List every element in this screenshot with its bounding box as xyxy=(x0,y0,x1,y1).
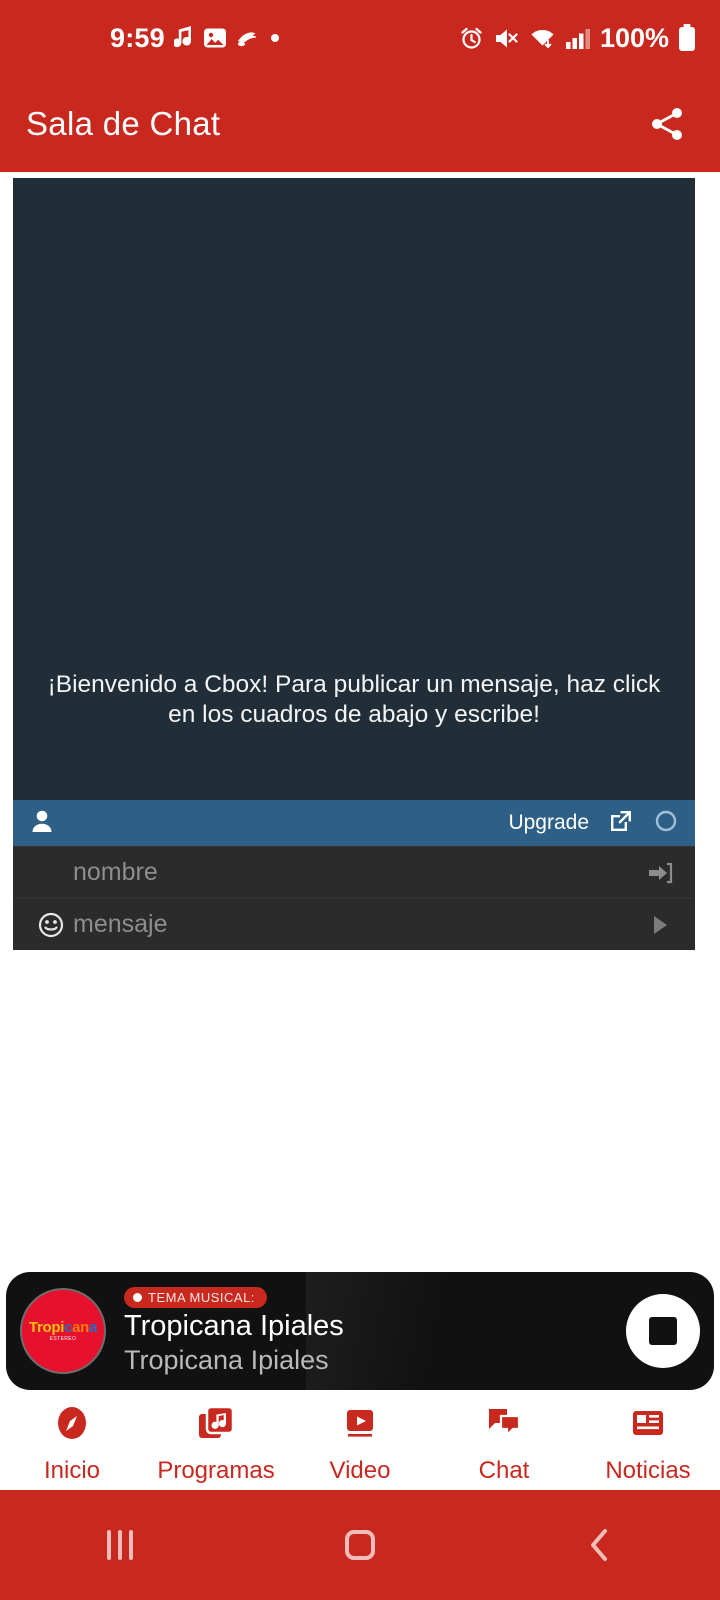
circle-icon[interactable] xyxy=(653,808,679,839)
smiley-icon[interactable] xyxy=(29,911,73,939)
upgrade-button[interactable]: Upgrade xyxy=(508,811,589,835)
nav-item-programas[interactable]: Programas xyxy=(144,1402,288,1485)
audio-player-bar: Tropicana ESTEREO TEMA MUSICAL: Tropican… xyxy=(6,1272,714,1390)
signal-icon xyxy=(565,26,591,51)
image-icon xyxy=(203,26,227,50)
battery-icon xyxy=(678,24,696,52)
compass-icon xyxy=(51,1402,93,1449)
nav-label-chat: Chat xyxy=(478,1456,530,1484)
app-bar: Sala de Chat xyxy=(0,76,720,172)
video-play-icon xyxy=(339,1402,381,1449)
now-playing-badge: TEMA MUSICAL: xyxy=(124,1287,267,1309)
status-bar-right: 100% xyxy=(459,23,696,54)
nav-item-inicio[interactable]: Inicio xyxy=(0,1402,144,1485)
nav-label-inicio: Inicio xyxy=(43,1456,101,1484)
chat-welcome-message: ¡Bienvenido a Cbox! Para publicar un men… xyxy=(47,671,661,729)
chat-toolbar: Upgrade xyxy=(13,800,695,846)
page-title: Sala de Chat xyxy=(26,105,221,142)
stop-icon xyxy=(649,1317,677,1345)
login-arrow-icon[interactable] xyxy=(641,860,679,886)
recents-glyph xyxy=(107,1530,133,1560)
music-library-icon xyxy=(195,1402,237,1449)
chat-message-area: ¡Bienvenido a Cbox! Para publicar un men… xyxy=(13,178,695,800)
status-bar-left: 9:59 xyxy=(110,23,281,54)
player-title: Tropicana Ipiales xyxy=(124,1310,344,1343)
chat-bubbles-icon xyxy=(483,1402,525,1449)
badge-label: TEMA MUSICAL: xyxy=(148,1290,255,1306)
station-logo-text: Tropicana xyxy=(28,1319,98,1336)
bottom-navigation: Inicio Programas Video Chat Noticias xyxy=(0,1396,720,1490)
music-note-icon xyxy=(173,25,194,51)
app-root: 9:59 100% Sala de Chat ¡Bienvenido a Cbo… xyxy=(0,0,720,1600)
nav-label-programas: Programas xyxy=(157,1456,275,1484)
chat-name-row[interactable]: nombre xyxy=(13,846,695,898)
android-navigation-bar xyxy=(0,1490,720,1600)
nav-label-noticias: Noticias xyxy=(605,1456,691,1484)
nav-label-video: Video xyxy=(329,1456,391,1484)
nav-item-video[interactable]: Video xyxy=(288,1402,432,1485)
message-input[interactable]: mensaje xyxy=(73,910,641,939)
share-icon[interactable] xyxy=(640,97,694,151)
player-subtitle: Tropicana Ipiales xyxy=(124,1344,329,1375)
station-logo-subtext: ESTEREO xyxy=(49,1336,77,1342)
recents-icon[interactable] xyxy=(0,1530,240,1560)
player-info: TEMA MUSICAL: Tropicana Ipiales Tropican… xyxy=(124,1287,344,1375)
alarm-icon xyxy=(459,26,484,51)
battery-percent: 100% xyxy=(599,22,669,53)
nav-item-noticias[interactable]: Noticias xyxy=(576,1402,720,1485)
dot-icon xyxy=(269,32,281,44)
mute-vibrate-icon xyxy=(493,26,520,51)
user-icon[interactable] xyxy=(29,808,55,839)
status-bar: 9:59 100% xyxy=(0,0,720,76)
external-link-icon[interactable] xyxy=(607,807,635,840)
badge-dot-icon xyxy=(133,1293,142,1303)
station-logo: Tropicana ESTEREO xyxy=(20,1288,106,1374)
news-icon xyxy=(627,1402,669,1449)
back-glyph xyxy=(591,1529,607,1561)
home-glyph xyxy=(345,1530,375,1560)
status-time: 9:59 xyxy=(110,22,165,53)
back-icon[interactable] xyxy=(480,1527,720,1563)
wifi-icon xyxy=(529,26,556,51)
send-triangle-icon[interactable] xyxy=(641,914,679,936)
chat-widget: ¡Bienvenido a Cbox! Para publicar un men… xyxy=(13,178,695,950)
home-icon[interactable] xyxy=(240,1530,480,1560)
name-input[interactable]: nombre xyxy=(73,858,641,887)
stop-button[interactable] xyxy=(626,1294,700,1368)
chat-message-row[interactable]: mensaje xyxy=(13,898,695,950)
nav-item-chat[interactable]: Chat xyxy=(432,1402,576,1485)
app-icon xyxy=(236,27,260,49)
